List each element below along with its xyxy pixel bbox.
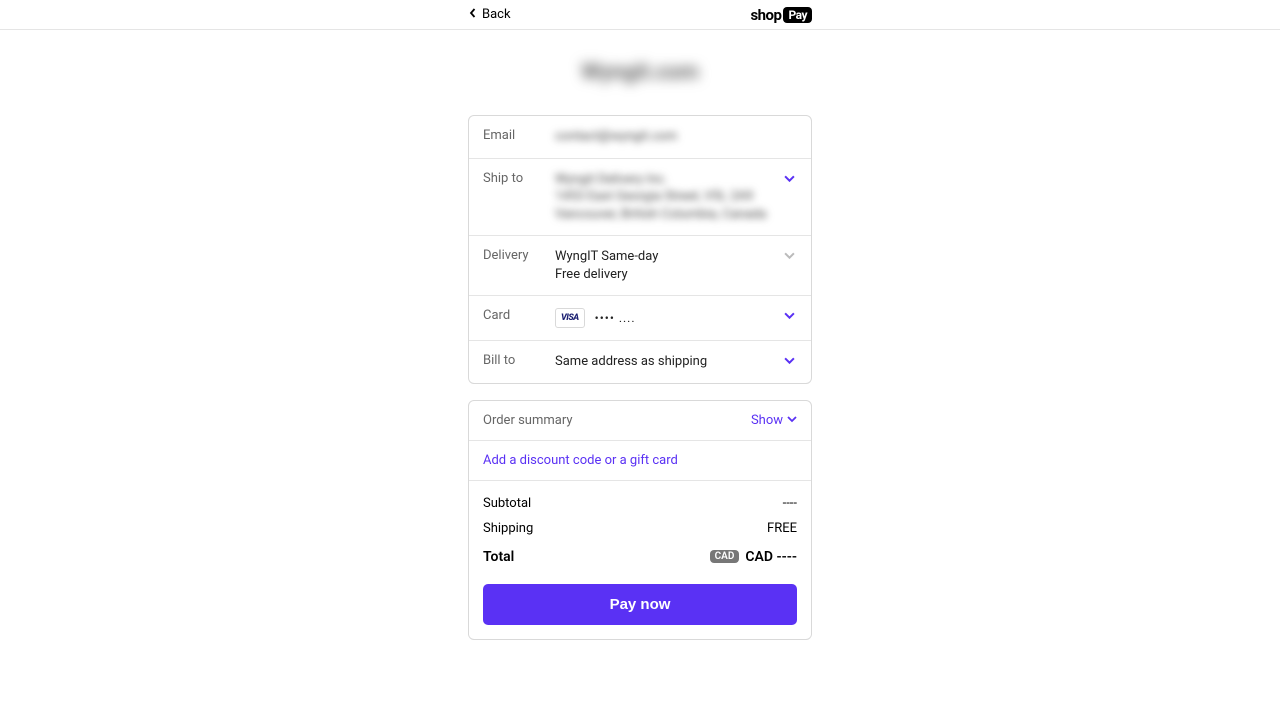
shop-pay-logo: shop Pay — [750, 0, 812, 29]
total-currency: CAD — [745, 549, 773, 565]
show-label: Show — [751, 413, 783, 428]
delivery-method: WyngIT Same-day — [555, 248, 781, 266]
subtotal-label: Subtotal — [483, 496, 531, 511]
chevron-left-icon — [468, 7, 478, 22]
bill-label: Bill to — [483, 353, 555, 368]
show-summary-button[interactable]: Show — [751, 413, 797, 428]
card-value: VISA •••• .... — [555, 308, 781, 328]
checkout-info-card: Email contact@wyngit.com Ship to Wyngit … — [468, 115, 812, 384]
row-delivery: Delivery WyngIT Same-day Free delivery — [469, 235, 811, 295]
chevron-down-icon — [781, 353, 797, 366]
row-ship-to[interactable]: Ship to Wyngit Delivery Inc. 1453 East G… — [469, 158, 811, 236]
total-value: ---- — [776, 549, 797, 565]
shop-pay-shop: shop — [750, 6, 781, 24]
shop-pay-pay: Pay — [783, 7, 812, 23]
shipping-label: Shipping — [483, 521, 533, 536]
row-card[interactable]: Card VISA •••• .... — [469, 295, 811, 340]
total-label: Total — [483, 549, 514, 565]
chevron-down-icon — [781, 171, 797, 184]
bill-value: Same address as shipping — [555, 353, 781, 371]
ship-value: Wyngit Delivery Inc. 1453 East Georgia S… — [555, 171, 781, 224]
order-summary-card: Order summary Show Add a discount code o… — [468, 400, 812, 640]
email-label: Email — [483, 128, 555, 143]
delivery-label: Delivery — [483, 248, 555, 263]
visa-badge: VISA — [555, 308, 585, 328]
chevron-down-icon — [787, 413, 797, 428]
delivery-cost: Free delivery — [555, 266, 781, 284]
chevron-down-icon — [781, 248, 797, 261]
subtotal-value: ---- — [783, 496, 797, 511]
back-label: Back — [482, 7, 511, 22]
card-label: Card — [483, 308, 555, 323]
row-bill-to[interactable]: Bill to Same address as shipping — [469, 340, 811, 383]
ship-label: Ship to — [483, 171, 555, 186]
order-summary-title: Order summary — [483, 413, 573, 428]
pay-now-button[interactable]: Pay now — [483, 584, 797, 625]
card-mask: •••• .... — [595, 310, 636, 326]
delivery-value: WyngIT Same-day Free delivery — [555, 248, 781, 283]
currency-badge: CAD — [710, 550, 740, 563]
row-email: Email contact@wyngit.com — [469, 116, 811, 158]
merchant-title: Wyngit.com — [581, 60, 698, 85]
shipping-value: FREE — [767, 521, 797, 536]
email-value: contact@wyngit.com — [555, 128, 781, 146]
chevron-down-icon — [781, 308, 797, 321]
back-button[interactable]: Back — [468, 0, 511, 29]
add-discount-link[interactable]: Add a discount code or a gift card — [469, 441, 811, 481]
